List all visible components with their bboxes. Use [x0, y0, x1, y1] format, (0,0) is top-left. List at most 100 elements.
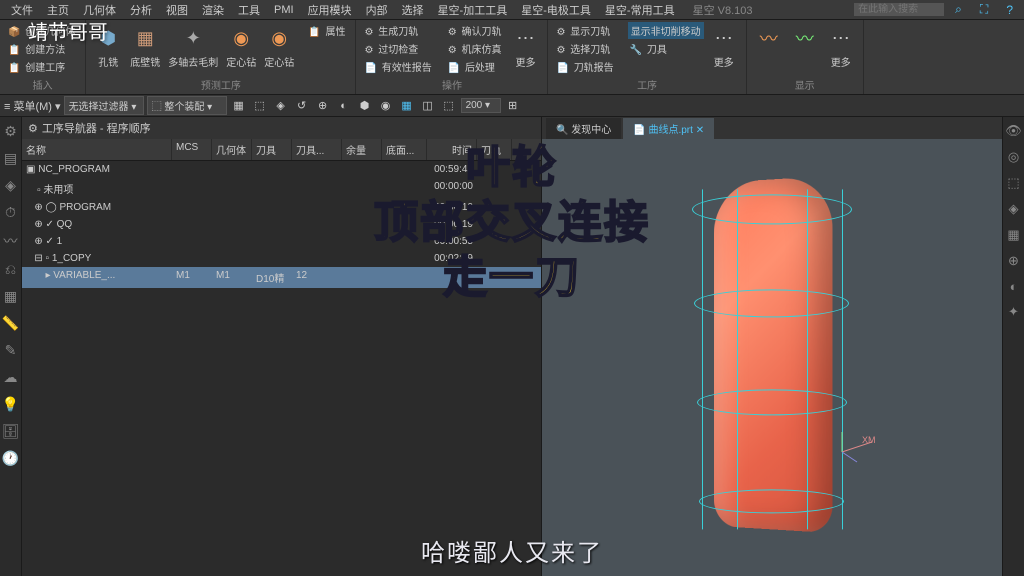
menu-pmi[interactable]: PMI	[267, 4, 301, 16]
tb12[interactable]: ⊞	[504, 98, 522, 114]
tb3[interactable]: ◈	[272, 98, 290, 114]
attr-button[interactable]: 📋 属性	[306, 22, 349, 39]
right-sidebar: 👁 ◎ ⬚ ◈ ▦ ⊕ ◐ ✦	[1002, 117, 1024, 576]
menu-app[interactable]: 应用模块	[301, 2, 359, 18]
curve-icon[interactable]: 〰	[4, 231, 18, 251]
r4[interactable]: ◈	[1009, 201, 1019, 217]
table-row[interactable]: ⊟ ▫ 1_COPY00:02:19	[22, 250, 541, 267]
operation-navigator: ⚙ 工序导航器 - 程序顺序 名称MCS 几何体刀具 刀具...余量 底面...时…	[22, 117, 542, 576]
menu-select[interactable]: 选择	[395, 2, 431, 18]
centerdrill1-button[interactable]: ◉定心钻	[224, 22, 258, 71]
filter-select[interactable]: 无选择过滤器 ▾	[64, 96, 144, 115]
more-g4-button[interactable]: ⋯更多	[708, 22, 740, 75]
measure-icon[interactable]: 📏	[2, 315, 19, 332]
axis-triad: XM	[832, 427, 882, 469]
help-icon[interactable]: ?	[999, 3, 1020, 17]
watermark: 靖节哥哥	[28, 16, 108, 45]
show-tp-button[interactable]: ⚙ 显示刀轨	[554, 22, 617, 39]
nav-icon[interactable]: ▤	[4, 150, 17, 167]
table-row[interactable]: ▸ VARIABLE_...M1M1D10精12	[22, 267, 541, 288]
table-row[interactable]: ▫ 未用项00:00:00	[22, 178, 541, 199]
tab-part[interactable]: 📄 曲线点.prt ✕	[623, 118, 714, 139]
ribbon-group-operate: 操作	[362, 75, 541, 92]
select-tp-button[interactable]: ⚙ 选择刀轨	[554, 40, 617, 57]
tool-button[interactable]: 🔧 刀具	[628, 40, 704, 57]
expand-icon[interactable]: ⛶	[973, 2, 995, 17]
menu-sk3[interactable]: 星空-常用工具	[598, 2, 682, 18]
clock-icon[interactable]: 🕐	[2, 450, 19, 467]
noncut-badge[interactable]: 显示非切削移动	[628, 22, 704, 39]
more-g5-button[interactable]: ⋯更多	[825, 22, 857, 71]
history-icon[interactable]: ⏱	[5, 204, 16, 221]
tb10[interactable]: ◫	[419, 98, 437, 114]
model-3d[interactable]	[687, 169, 857, 539]
nav-title: 工序导航器 - 程序顺序	[42, 120, 151, 136]
r6[interactable]: ⊕	[1008, 253, 1019, 269]
tab-discover[interactable]: 🔍 发现中心	[546, 118, 621, 139]
tb6[interactable]: ◐	[335, 98, 353, 114]
toolbar: ≡ 菜单(M) ▾ 无选择过滤器 ▾ ⬚ 整个装配 ▾ ▦⬚ ◈↺ ⊕◐ ⬢◉ …	[0, 95, 1024, 117]
table-row[interactable]: ⊕ ✓ QQ00:00:19	[22, 216, 541, 233]
light-icon[interactable]: 💡	[2, 396, 19, 413]
deburr-button[interactable]: ✦多轴去毛刺	[166, 22, 220, 71]
cloud-icon[interactable]: ☁	[4, 369, 18, 386]
gen-toolpath-button[interactable]: ⚙ 生成刀轨	[362, 22, 435, 39]
viewport[interactable]: 🔍 发现中心 📄 曲线点.prt ✕ XM	[542, 117, 1002, 576]
menu-internal[interactable]: 内部	[359, 2, 395, 18]
report-button[interactable]: 📄 有效性报告	[362, 58, 435, 75]
r3[interactable]: ⬚	[1007, 175, 1019, 191]
ribbon-group-insert: 插入	[6, 75, 79, 92]
table-row[interactable]: ⊕ ◯ PROGRAM00:56:10	[22, 199, 541, 216]
r5[interactable]: ▦	[1007, 227, 1019, 243]
tb8[interactable]: ◉	[377, 98, 395, 114]
sim-button[interactable]: ⚙ 机床仿真	[446, 40, 506, 57]
sketch-icon[interactable]: ✎	[5, 342, 17, 359]
table-row[interactable]: ▣ NC_PROGRAM00:59:42	[22, 161, 541, 178]
more-ops-button[interactable]: ⋯更多	[509, 22, 541, 75]
tb7[interactable]: ⬢	[356, 98, 374, 114]
tb1[interactable]: ▦	[230, 98, 248, 114]
layer-icon[interactable]: ▦	[4, 288, 17, 305]
gear-icon[interactable]: ⚙	[4, 123, 17, 140]
r7[interactable]: ◐	[1010, 279, 1018, 294]
db-icon[interactable]: 🗄	[2, 423, 20, 440]
centerdrill2-button[interactable]: ◉定心钻	[262, 22, 296, 71]
gear-icon[interactable]: ⚙	[28, 122, 38, 135]
menu-render[interactable]: 渲染	[195, 2, 231, 18]
menu-tools[interactable]: 工具	[231, 2, 267, 18]
ribbon-group-op: 工序	[554, 75, 739, 92]
tb5[interactable]: ⊕	[314, 98, 332, 114]
menu-dropdown[interactable]: ≡ 菜单(M) ▾	[4, 98, 61, 114]
create-op-button[interactable]: 📋 创建工序	[6, 58, 79, 75]
tb11[interactable]: ⬚	[440, 98, 458, 114]
table-row[interactable]: ⊕ ✓ 100:00:55	[22, 233, 541, 250]
part-icon[interactable]: ◈	[5, 177, 16, 194]
tp-report-button[interactable]: 📄 刀轨报告	[554, 58, 617, 75]
floorwall-button[interactable]: ▦底壁铣	[128, 22, 162, 71]
tree-icon[interactable]: ⎌	[5, 261, 16, 278]
search-icon[interactable]: ⌕	[948, 2, 969, 17]
tb4[interactable]: ↺	[293, 98, 311, 114]
display-btn1[interactable]: 〰	[753, 22, 785, 71]
gouge-button[interactable]: ⚙ 过切检查	[362, 40, 435, 57]
asm-select[interactable]: ⬚ 整个装配 ▾	[147, 96, 227, 115]
verify-button[interactable]: ⚙ 确认刀轨	[446, 22, 506, 39]
eye-icon[interactable]: 👁	[1005, 123, 1022, 139]
ribbon-group-predict: 预测工序	[92, 75, 349, 92]
search-input[interactable]	[854, 3, 944, 16]
post-button[interactable]: 📄 后处理	[446, 58, 506, 75]
menu-view[interactable]: 视图	[159, 2, 195, 18]
tb2[interactable]: ⬚	[251, 98, 269, 114]
target-icon[interactable]: ◎	[1008, 149, 1019, 165]
table-header: 名称MCS 几何体刀具 刀具...余量 底面...时间 刀轨	[22, 139, 541, 161]
menu-sk1[interactable]: 星空-加工工具	[431, 2, 515, 18]
zoom-input[interactable]: 200 ▾	[461, 98, 501, 113]
display-btn2[interactable]: 〰	[789, 22, 821, 71]
ribbon-group-display: 显示	[753, 75, 857, 92]
r8[interactable]: ✦	[1008, 304, 1019, 320]
menu-analysis[interactable]: 分析	[123, 2, 159, 18]
subtitle: 哈喽鄙人又来了	[421, 533, 603, 568]
left-sidebar: ⚙ ▤ ◈ ⏱ 〰 ⎌ ▦ 📏 ✎ ☁ 💡 🗄 🕐	[0, 117, 22, 576]
menu-sk2[interactable]: 星空-电极工具	[514, 2, 598, 18]
tb9[interactable]: ▦	[398, 98, 416, 114]
